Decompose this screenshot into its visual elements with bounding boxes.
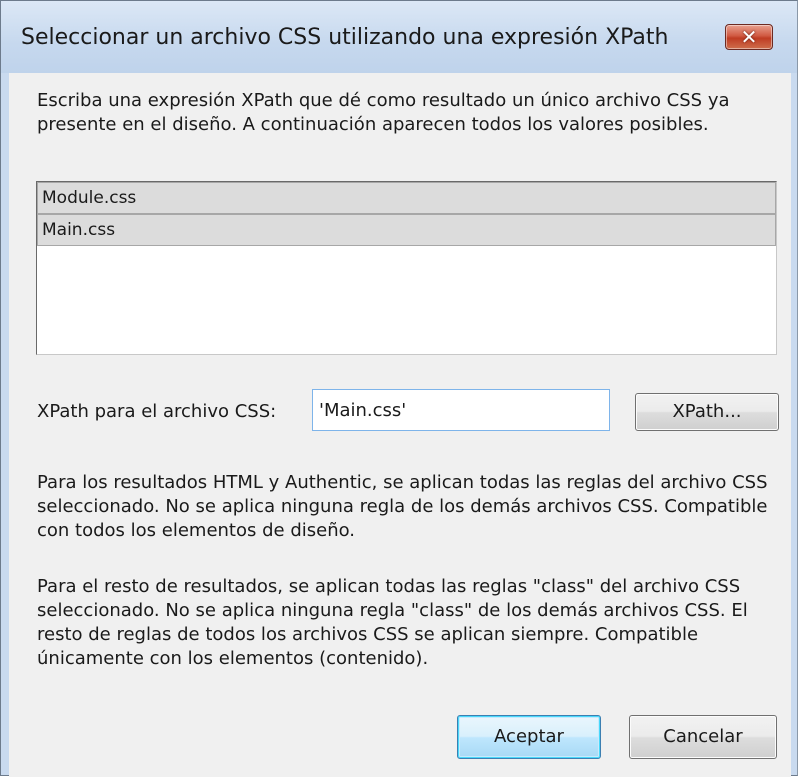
list-item-module-css[interactable]: Module.css bbox=[37, 182, 776, 214]
dialog-body: Escriba una expresión XPath que dé como … bbox=[9, 73, 791, 777]
close-button[interactable]: ✕ bbox=[725, 24, 773, 50]
title-bar[interactable]: Seleccionar un archivo CSS utilizando un… bbox=[1, 1, 797, 73]
intro-text: Escriba una expresión XPath que dé como … bbox=[37, 90, 730, 135]
ok-button[interactable]: Aceptar bbox=[457, 715, 601, 759]
xpath-input[interactable] bbox=[312, 389, 610, 431]
dialog-title: Seleccionar un archivo CSS utilizando un… bbox=[21, 25, 669, 50]
xpath-button[interactable]: XPath... bbox=[635, 393, 779, 431]
list-item-main-css[interactable]: Main.css bbox=[37, 214, 776, 246]
close-icon: ✕ bbox=[740, 25, 758, 49]
html-authentic-note: Para los resultados HTML y Authentic, se… bbox=[37, 472, 768, 541]
dialog-window: Seleccionar un archivo CSS utilizando un… bbox=[0, 0, 798, 777]
cancel-button[interactable]: Cancelar bbox=[629, 715, 777, 759]
css-file-list[interactable]: Module.css Main.css bbox=[36, 181, 777, 355]
xpath-label: XPath para el archivo CSS: bbox=[37, 401, 277, 422]
other-results-note: Para el resto de resultados, se aplican … bbox=[37, 576, 748, 669]
